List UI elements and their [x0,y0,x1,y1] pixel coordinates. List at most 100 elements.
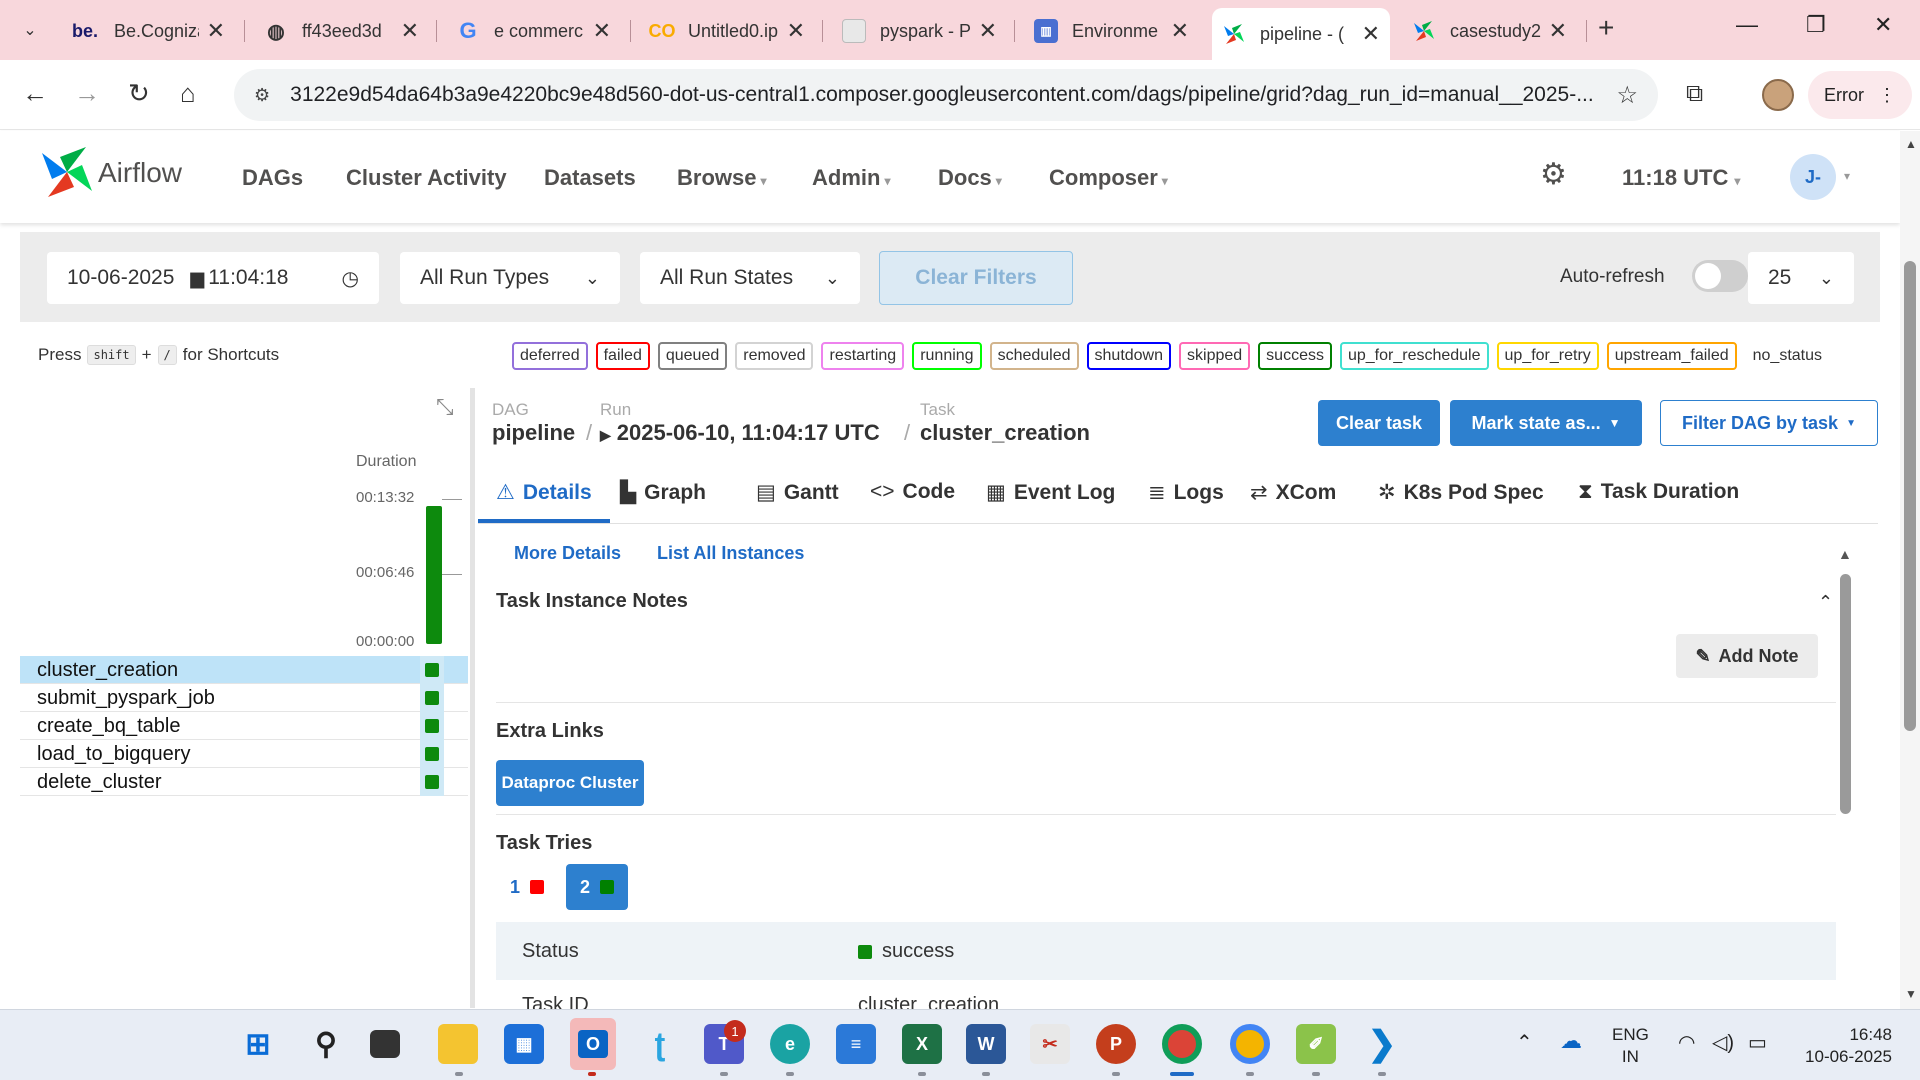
forward-icon[interactable]: → [74,78,100,109]
legend-state-deferred[interactable]: deferred [512,342,588,370]
language-indicator[interactable]: ENG IN [1612,1024,1649,1068]
windows-start-icon[interactable]: ⊞ [238,1024,278,1064]
tab-event-log[interactable]: ▦ Event Log [986,480,1115,505]
gear-icon[interactable]: ⚙ [1540,157,1567,192]
legend-state-up-for-retry[interactable]: up_for_retry [1496,342,1599,370]
restore-icon[interactable]: ❐ [1806,12,1826,38]
vscode-icon[interactable]: ❯ [1362,1024,1402,1064]
legend-state-restarting[interactable]: restarting [821,342,905,370]
scroll-up-icon[interactable]: ▲ [1905,137,1917,151]
chevron-down-icon[interactable]: ▾ [1844,169,1850,183]
menu-browse[interactable]: Browse ▾ [677,165,767,191]
tab-xcom[interactable]: ⇄ XCom [1250,480,1336,505]
chrome-icon[interactable] [1162,1024,1202,1064]
task-row[interactable]: load_to_bigquery [20,740,468,768]
scroll-thumb[interactable] [1840,574,1851,814]
back-icon[interactable]: ← [22,78,48,109]
filter-dag-by-task-button[interactable]: Filter DAG by task ▼ [1660,400,1878,446]
site-info-icon[interactable]: ⚙ [254,85,270,106]
dag-run-duration-bar[interactable] [426,506,442,644]
extensions-icon[interactable]: ⧉ [1686,80,1703,108]
profile-error-button[interactable]: Error ⋮ [1808,71,1912,119]
task-instance-square[interactable] [425,747,439,761]
home-icon[interactable]: ⌂ [180,78,196,109]
legend-state-upstream-failed[interactable]: upstream_failed [1606,342,1737,370]
try-1-button[interactable]: 1 [496,864,558,910]
breadcrumb-dag[interactable]: DAG pipeline [492,400,575,446]
bookmark-star-icon[interactable]: ☆ [1616,81,1638,110]
close-tab-icon[interactable]: ✕ [401,18,419,44]
notepadpp-icon[interactable]: ✐ [1296,1024,1336,1064]
task-row[interactable]: create_bq_table [20,712,468,740]
task-instance-square[interactable] [425,719,439,733]
file-explorer-icon[interactable] [438,1024,478,1064]
close-tab-icon[interactable]: ✕ [207,18,225,44]
legend-state-running[interactable]: running [912,342,982,370]
browser-tab[interactable]: be. Be.Cogniza ✕ [60,10,235,52]
task-row[interactable]: cluster_creation [20,656,468,684]
legend-state-removed[interactable]: removed [735,342,814,370]
snipping-icon[interactable]: ✂ [1030,1024,1070,1064]
close-window-icon[interactable]: ✕ [1874,12,1892,38]
clear-filters-button[interactable]: Clear Filters [879,251,1073,305]
calendar-icon[interactable]: ▆ [190,268,204,289]
browser-tab[interactable]: CO Untitled0.ip ✕ [640,10,815,52]
close-tab-icon[interactable]: ✕ [593,18,611,44]
panel-resize-handle[interactable] [470,388,475,1008]
url-bar[interactable]: ⚙ 3122e9d54da64b3a9e4220bc9e48d560-dot-u… [234,69,1658,121]
notepad-icon[interactable]: ≡ [836,1024,876,1064]
browser-tab[interactable]: G e commerc ✕ [446,10,621,52]
tab-logs[interactable]: ≣ Logs [1148,480,1224,505]
task-view-icon[interactable] [370,1030,400,1058]
task-row[interactable]: delete_cluster [20,768,468,796]
minimize-icon[interactable]: — [1736,12,1758,38]
menu-composer[interactable]: Composer ▾ [1049,165,1168,191]
new-tab-icon[interactable]: + [1598,12,1614,44]
volume-icon[interactable]: ◁) [1712,1032,1734,1054]
page-scrollbar[interactable]: ▲ ▼ [1900,131,1920,1009]
browser-tab-active[interactable]: pipeline - ( ✕ [1212,8,1390,60]
mark-state-button[interactable]: Mark state as... ▼ [1450,400,1642,446]
chrome-profile-icon[interactable] [1230,1024,1270,1064]
breadcrumb-run[interactable]: Run ▶ 2025-06-10, 11:04:17 UTC [600,400,880,446]
tab-code[interactable]: <> Code [870,480,955,504]
legend-state-skipped[interactable]: skipped [1179,342,1251,370]
scroll-up-icon[interactable]: ▲ [1838,546,1852,562]
close-tab-icon[interactable]: ✕ [1549,18,1567,44]
legend-state-scheduled[interactable]: scheduled [989,342,1079,370]
dataproc-cluster-button[interactable]: Dataproc Cluster [496,760,644,806]
menu-docs[interactable]: Docs ▾ [938,165,1002,191]
close-tab-icon[interactable]: ✕ [1171,18,1189,44]
auto-refresh-toggle[interactable] [1692,260,1748,292]
menu-cluster-activity[interactable]: Cluster Activity [346,165,507,191]
collapse-grid-icon[interactable]: ⤡ [436,394,454,420]
onedrive-icon[interactable]: ☁ [1560,1030,1582,1052]
try-2-button[interactable]: 2 [566,864,629,910]
browser-tab[interactable]: ◍ ff43eed3d ✕ [254,10,429,52]
word-icon[interactable]: W [966,1024,1006,1064]
browser-tab[interactable]: casestudy2 ✕ [1402,10,1577,52]
snip-tool-icon[interactable]: ʈ [640,1024,680,1064]
clock[interactable]: 16:48 10-06-2025 [1796,1024,1892,1068]
task-instance-square[interactable] [425,775,439,789]
menu-datasets[interactable]: Datasets [544,165,636,191]
run-states-select[interactable]: All Run States ⌄ [640,252,860,304]
legend-state-failed[interactable]: failed [595,342,650,370]
legend-state-up-for-reschedule[interactable]: up_for_reschedule [1339,342,1489,370]
legend-state-success[interactable]: success [1258,342,1332,370]
run-types-select[interactable]: All Run Types ⌄ [400,252,620,304]
close-tab-icon[interactable]: ✕ [979,18,997,44]
scroll-thumb[interactable] [1904,261,1916,731]
outlook-icon[interactable]: O [570,1018,616,1070]
user-avatar[interactable]: J- [1790,154,1836,200]
scroll-down-icon[interactable]: ▼ [1905,987,1917,1001]
airflow-brand[interactable]: Airflow [98,157,182,189]
menu-admin[interactable]: Admin ▾ [812,165,890,191]
tab-task-duration[interactable]: ⧗ Task Duration [1578,480,1739,504]
task-row[interactable]: submit_pyspark_job [20,684,468,712]
tab-gantt[interactable]: ▤ Gantt [756,480,839,505]
menu-dags[interactable]: DAGs [242,165,303,191]
reload-icon[interactable]: ↻ [128,78,150,109]
legend-state-no-status[interactable]: no_status [1745,342,1830,370]
search-icon[interactable]: ⚲ [306,1024,346,1064]
